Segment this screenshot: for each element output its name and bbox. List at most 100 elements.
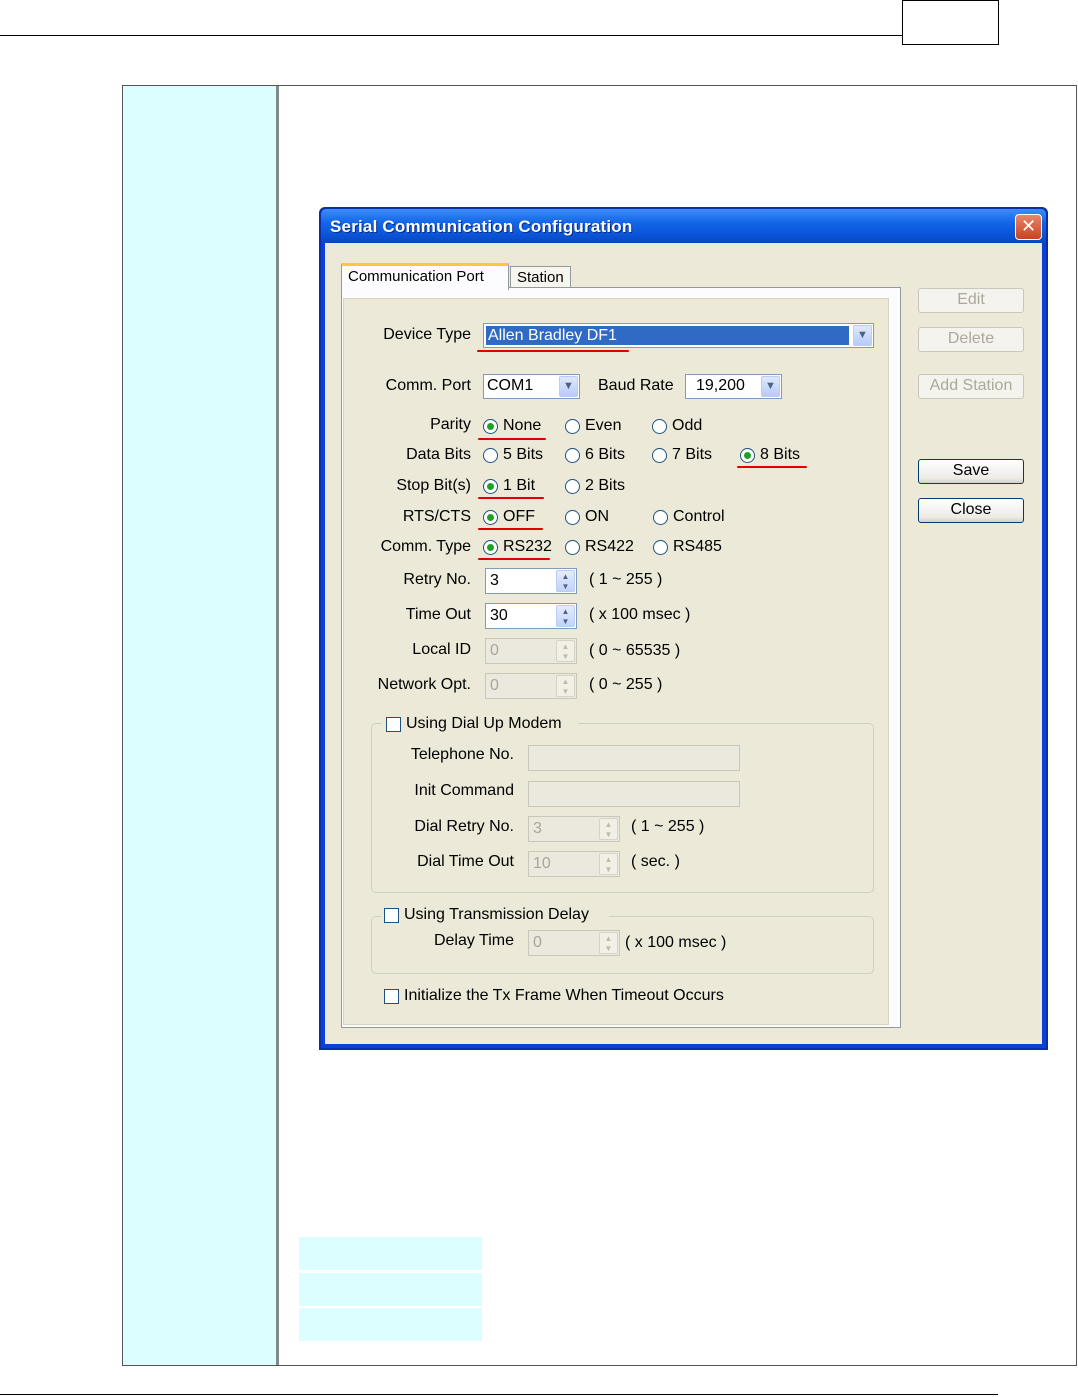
device-type-label: Device Type <box>383 326 471 343</box>
time-out-value: 30 <box>490 607 508 624</box>
dial-up-label: Using Dial Up Modem <box>406 715 562 732</box>
radio-data-bits-5[interactable] <box>483 448 498 463</box>
chevron-down-icon[interactable]: ▼ <box>853 325 872 346</box>
radio-rts-off[interactable] <box>483 510 498 525</box>
table-cell <box>299 1308 482 1341</box>
dial-timeout-label: Dial Time Out <box>417 853 514 870</box>
page-number-box <box>902 0 999 45</box>
tx-delay-checkbox[interactable] <box>384 908 399 923</box>
spinner-arrows-icon[interactable]: ▲ ▼ <box>556 570 575 592</box>
table-cell <box>299 1237 482 1270</box>
network-opt-value: 0 <box>490 677 499 694</box>
spinner-arrows-icon: ▲ ▼ <box>599 932 618 954</box>
retry-no-spinner[interactable]: 3 ▲ ▼ <box>485 568 577 594</box>
radio-parity-even[interactable] <box>565 419 580 434</box>
data-bits-7-label: 7 Bits <box>672 446 713 463</box>
comm-port-value: COM1 <box>487 377 534 394</box>
local-id-label: Local ID <box>412 641 471 658</box>
radio-parity-none[interactable] <box>483 419 498 434</box>
delay-time-label: Delay Time <box>433 932 514 949</box>
add-station-button[interactable]: Add Station <box>918 374 1024 399</box>
dial-timeout-range: ( sec. ) <box>631 853 680 870</box>
radio-stop-bits-1[interactable] <box>483 479 498 494</box>
local-id-value: 0 <box>490 642 499 659</box>
annotation-underline <box>737 466 807 468</box>
comm-rs232-label: RS232 <box>503 538 552 555</box>
time-out-spinner[interactable]: 30 ▲ ▼ <box>485 603 577 629</box>
footer-rule <box>0 1394 998 1395</box>
parity-label: Parity <box>430 416 471 433</box>
radio-data-bits-7[interactable] <box>652 448 667 463</box>
local-id-spinner: 0 ▲ ▼ <box>485 638 577 664</box>
radio-data-bits-6[interactable] <box>565 448 580 463</box>
rts-on-label: ON <box>585 508 609 525</box>
telephone-label: Telephone No. <box>410 746 514 763</box>
delay-time-value: 0 <box>533 934 542 951</box>
delete-button[interactable]: Delete <box>918 327 1024 352</box>
dial-retry-label: Dial Retry No. <box>414 818 514 835</box>
rts-cts-label: RTS/CTS <box>402 508 471 525</box>
delay-time-spinner: 0 ▲ ▼ <box>528 930 620 956</box>
tab-communication-port[interactable]: Communication Port <box>341 263 509 290</box>
radio-rts-control[interactable] <box>653 510 668 525</box>
radio-rts-on[interactable] <box>565 510 580 525</box>
spinner-arrows-icon: ▲ ▼ <box>556 640 575 662</box>
radio-comm-rs232[interactable] <box>483 540 498 555</box>
local-id-range: ( 0 ~ 65535 ) <box>589 642 681 659</box>
dialog-title: Serial Communication Configuration <box>330 217 633 236</box>
stop-bits-1-label: 1 Bit <box>503 477 536 494</box>
comm-port-select[interactable]: COM1 ▼ <box>483 374 580 399</box>
retry-no-range: ( 1 ~ 255 ) <box>589 571 663 588</box>
device-type-select[interactable]: Allen Bradley DF1 ▼ <box>483 323 874 348</box>
data-bits-8-label: 8 Bits <box>760 446 801 463</box>
dial-up-checkbox[interactable] <box>386 717 401 732</box>
edit-button[interactable]: Edit <box>918 288 1024 313</box>
init-tx-checkbox[interactable] <box>384 989 399 1004</box>
stop-bits-2-label: 2 Bits <box>585 477 626 494</box>
network-opt-label: Network Opt. <box>377 676 471 693</box>
chevron-down-icon[interactable]: ▼ <box>761 376 780 397</box>
annotation-underline <box>478 438 546 440</box>
tx-delay-label: Using Transmission Delay <box>404 906 589 923</box>
data-bits-label: Data Bits <box>406 446 471 463</box>
spinner-arrows-icon[interactable]: ▲ ▼ <box>556 605 575 627</box>
delay-time-range: ( x 100 msec ) <box>625 934 727 951</box>
spinner-arrows-icon: ▲ ▼ <box>556 675 575 697</box>
chevron-down-icon[interactable]: ▼ <box>559 376 578 397</box>
device-type-value: Allen Bradley DF1 <box>486 326 849 345</box>
dial-retry-value: 3 <box>533 820 542 837</box>
dial-timeout-spinner: 10 ▲ ▼ <box>528 851 620 877</box>
rts-off-label: OFF <box>503 508 535 525</box>
spinner-arrows-icon: ▲ ▼ <box>599 853 618 875</box>
close-button[interactable]: Close <box>918 498 1024 523</box>
annotation-underline <box>478 558 550 560</box>
baud-rate-value: 19,200 <box>696 377 745 394</box>
dial-retry-spinner: 3 ▲ ▼ <box>528 816 620 842</box>
data-bits-6-label: 6 Bits <box>585 446 626 463</box>
table-column-divider <box>276 86 279 1365</box>
time-out-label: Time Out <box>405 606 471 623</box>
radio-parity-odd[interactable] <box>652 419 667 434</box>
radio-comm-rs422[interactable] <box>565 540 580 555</box>
annotation-underline <box>478 528 543 530</box>
retry-no-value: 3 <box>490 572 499 589</box>
baud-rate-select[interactable]: 19,200 ▼ <box>685 374 782 399</box>
network-opt-range: ( 0 ~ 255 ) <box>589 676 663 693</box>
close-icon[interactable]: ✕ <box>1015 214 1042 240</box>
comm-rs485-label: RS485 <box>673 538 722 555</box>
baud-rate-label: Baud Rate <box>598 377 674 394</box>
table-side-column <box>123 86 276 1365</box>
annotation-underline <box>478 497 544 499</box>
radio-data-bits-8[interactable] <box>740 448 755 463</box>
comm-type-label: Comm. Type <box>380 538 471 555</box>
comm-rs422-label: RS422 <box>585 538 634 555</box>
radio-stop-bits-2[interactable] <box>565 479 580 494</box>
radio-comm-rs485[interactable] <box>653 540 668 555</box>
comm-port-label: Comm. Port <box>385 377 471 394</box>
retry-no-label: Retry No. <box>403 571 471 588</box>
init-tx-label: Initialize the Tx Frame When Timeout Occ… <box>404 987 724 1004</box>
parity-none-label: None <box>503 417 542 434</box>
stop-bits-label: Stop Bit(s) <box>396 477 471 494</box>
annotation-underline <box>477 350 629 352</box>
save-button[interactable]: Save <box>918 459 1024 484</box>
